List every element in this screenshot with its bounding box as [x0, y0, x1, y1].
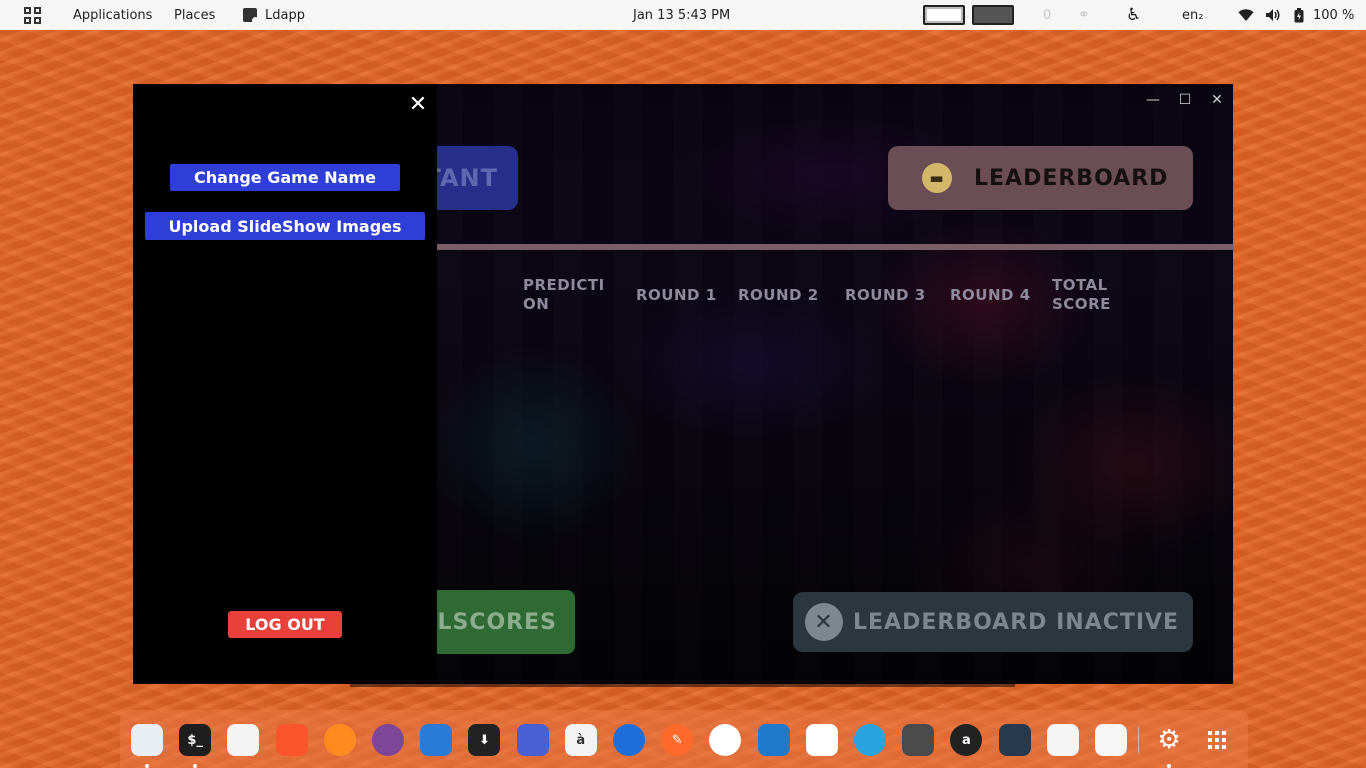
- accessibility-icon[interactable]: ♿︎: [1126, 0, 1141, 30]
- ldapp-window: — ☐ ✕ TANT ▬ LEADERBOARD PREDICTI ON ROU…: [133, 84, 1233, 684]
- leaderboard-button-label: LEADERBOARD: [974, 165, 1169, 191]
- dock-app-center-icon[interactable]: [1095, 724, 1127, 756]
- drawer-close-button[interactable]: ✕: [407, 92, 429, 117]
- dock-browser-icon[interactable]: [613, 724, 645, 756]
- battery-icon[interactable]: [1294, 0, 1304, 30]
- minimize-button[interactable]: —: [1137, 84, 1169, 116]
- active-app-label: Ldapp: [265, 7, 305, 23]
- column-round-2: ROUND 2: [738, 286, 819, 304]
- column-round-3: ROUND 3: [845, 286, 926, 304]
- trophy-icon: ▬: [922, 163, 952, 193]
- logout-button[interactable]: LOG OUT: [228, 611, 342, 638]
- dock-slack-icon[interactable]: [805, 724, 838, 756]
- dock-settings-icon[interactable]: ⚙: [1153, 724, 1185, 756]
- keyboard-layout[interactable]: en₂: [1182, 0, 1203, 30]
- upload-slideshow-button[interactable]: Upload SlideShow Images: [145, 212, 425, 240]
- dock-firefox-icon[interactable]: [323, 724, 356, 756]
- running-indicator: [145, 764, 149, 768]
- column-round-4: ROUND 4: [950, 286, 1031, 304]
- workspace-2[interactable]: [972, 0, 1014, 30]
- dock-app-grid-icon[interactable]: [1201, 724, 1233, 756]
- ldapp-icon: [243, 8, 259, 24]
- close-button[interactable]: ✕: [1201, 84, 1233, 116]
- dock-birdie-icon[interactable]: [420, 724, 453, 756]
- workspace-1[interactable]: [923, 0, 965, 30]
- dock-brave-icon[interactable]: [275, 724, 308, 756]
- volume-icon[interactable]: [1265, 0, 1281, 30]
- wifi-icon[interactable]: [1238, 0, 1254, 30]
- battery-level[interactable]: 100 %: [1313, 0, 1354, 30]
- dock-separator: [1138, 726, 1140, 754]
- maximize-button[interactable]: ☐: [1169, 84, 1201, 116]
- dock: $_ ⬇ à ✎ a ⚙: [120, 710, 1248, 768]
- dock-downloader-icon[interactable]: ⬇: [468, 724, 501, 756]
- dock-pencil-app-icon[interactable]: ✎: [661, 724, 694, 756]
- active-app-menu[interactable]: Ldapp: [243, 0, 305, 30]
- window-shadow: [350, 684, 1015, 687]
- dock-files-icon[interactable]: [131, 724, 163, 756]
- dock-screen-recorder-icon[interactable]: [516, 724, 549, 756]
- running-indicator: [1167, 764, 1172, 768]
- running-indicator: [193, 764, 198, 768]
- top-panel: Applications Places Ldapp Jan 13 5:43 PM…: [0, 0, 1366, 30]
- leaderboard-status-button[interactable]: ✕ LEADERBOARD INACTIVE: [793, 592, 1193, 652]
- leaderboard-status-label: LEADERBOARD INACTIVE: [853, 609, 1180, 635]
- link-icon[interactable]: ⚭: [1078, 0, 1090, 30]
- close-circle-icon: ✕: [805, 603, 843, 641]
- column-prediction: PREDICTI ON: [523, 276, 605, 313]
- leaderboard-button[interactable]: ▬ LEADERBOARD: [888, 146, 1193, 210]
- dock-calculator-icon[interactable]: [902, 724, 935, 756]
- dock-appimage-icon[interactable]: [709, 724, 742, 756]
- dock-font-viewer-icon[interactable]: à: [564, 724, 597, 756]
- clock[interactable]: Jan 13 5:43 PM: [633, 0, 730, 30]
- column-total-score: TOTAL SCORE: [1052, 276, 1111, 313]
- side-drawer: ✕ Change Game Name Upload SlideShow Imag…: [133, 84, 437, 684]
- activities-button[interactable]: [24, 0, 41, 30]
- change-game-name-button[interactable]: Change Game Name: [170, 164, 400, 191]
- app-grid-icon: [24, 6, 41, 24]
- dock-image-viewer-icon[interactable]: [1046, 724, 1079, 756]
- dock-amazon-icon[interactable]: a: [950, 724, 983, 756]
- notification-count[interactable]: 0: [1043, 0, 1051, 30]
- dock-terminal-icon[interactable]: $_: [179, 724, 212, 756]
- dock-telegram-icon[interactable]: [854, 724, 886, 756]
- table-divider: [433, 244, 1233, 250]
- places-menu[interactable]: Places: [174, 0, 215, 30]
- applications-menu[interactable]: Applications: [73, 0, 152, 30]
- column-round-1: ROUND 1: [636, 286, 717, 304]
- dock-system-monitor-icon[interactable]: [998, 724, 1031, 756]
- dock-text-editor-icon[interactable]: [227, 724, 260, 756]
- window-controls: — ☐ ✕: [1137, 84, 1233, 116]
- dock-vscode-icon[interactable]: [757, 724, 790, 756]
- dock-tor-browser-icon[interactable]: [372, 724, 404, 756]
